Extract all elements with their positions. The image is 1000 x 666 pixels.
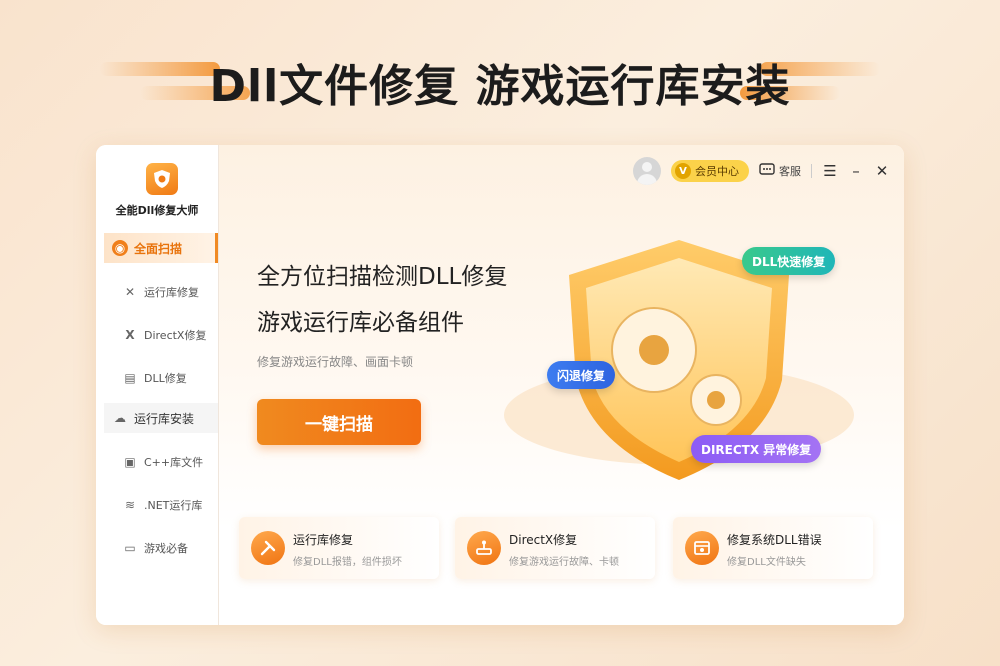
vip-center-button[interactable]: V 会员中心: [671, 160, 749, 182]
app-logo-icon: [146, 163, 178, 195]
sidebar-item-dotnet-runtime[interactable]: ≋ .NET运行库: [104, 490, 218, 520]
menu-icon[interactable]: ☰: [822, 162, 838, 180]
app-name: 全能Dll修复大师: [115, 204, 199, 217]
sidebar-item-label: 全面扫描: [134, 241, 183, 256]
scan-icon: ◉: [112, 240, 128, 256]
vip-icon: V: [675, 163, 691, 179]
sidebar-item-label: DirectX修复: [144, 329, 207, 342]
sidebar-item-label: DLL修复: [144, 372, 187, 385]
sidebar-item-directx-repair[interactable]: X DirectX修复: [104, 320, 218, 350]
card-desc: 修复DLL报错，组件损坏: [293, 557, 402, 568]
directx-repair-badge: DIRECTX 异常修复: [691, 435, 822, 463]
close-icon[interactable]: ✕: [874, 162, 890, 180]
monitor-icon: ▣: [124, 455, 136, 469]
service-label: 客服: [779, 165, 801, 178]
sidebar-item-cpp-library[interactable]: ▣ C++库文件: [104, 447, 218, 477]
card-title: DirectX修复: [509, 533, 578, 547]
hero-subtitle: 修复游戏运行故障、画面卡顿: [257, 355, 414, 369]
tools-icon: ✕: [124, 285, 136, 299]
dll-fast-repair-badge: DLL快速修复: [742, 247, 836, 275]
top-bar: V 会员中心 客服 ☰ – ✕: [633, 157, 890, 185]
card-title: 运行库修复: [293, 533, 354, 547]
feature-card-system-dll-repair[interactable]: 修复系统DLL错误 修复DLL文件缺失: [673, 517, 873, 579]
sidebar-item-dll-repair[interactable]: ▤ DLL修复: [104, 363, 218, 393]
gamepad-icon: ▭: [124, 541, 136, 555]
main-panel: V 会员中心 客服 ☰ – ✕ 全方位扫描检测DLL修复 游戏运行库必备组件 修…: [219, 145, 904, 625]
sidebar-item-label: C++库文件: [144, 456, 204, 469]
banner: Dll文件修复 游戏运行库安装: [0, 40, 1000, 120]
vip-label: 会员中心: [695, 165, 739, 178]
system-icon: [685, 531, 719, 565]
card-desc: 修复游戏运行故障、卡顿: [509, 557, 619, 568]
customer-service-button[interactable]: 客服: [759, 162, 801, 180]
directx-icon: X: [125, 328, 135, 342]
card-desc: 修复DLL文件缺失: [727, 557, 806, 568]
dll-file-icon: ▤: [124, 371, 136, 385]
divider: [811, 164, 812, 178]
sidebar-item-label: .NET运行库: [144, 499, 203, 512]
cloud-icon: ☁: [114, 411, 126, 425]
joystick-icon: [467, 531, 501, 565]
crash-repair-badge: 闪退修复: [547, 361, 616, 389]
sidebar-item-full-scan[interactable]: ◉ 全面扫描: [104, 233, 218, 263]
hero-title-line1: 全方位扫描检测DLL修复: [257, 264, 508, 290]
sidebar-item-runtime-repair[interactable]: ✕ 运行库修复: [104, 277, 218, 307]
database-icon: ≋: [124, 498, 136, 512]
sidebar-item-label: 运行库修复: [144, 286, 199, 299]
feature-card-runtime-repair[interactable]: 运行库修复 修复DLL报错，组件损坏: [239, 517, 439, 579]
tools-icon: [251, 531, 285, 565]
minimize-icon[interactable]: –: [848, 162, 864, 180]
avatar[interactable]: [633, 157, 661, 185]
card-title: 修复系统DLL错误: [727, 533, 822, 547]
sidebar-item-label: 游戏必备: [144, 542, 188, 555]
sidebar-item-runtime-install[interactable]: ☁ 运行库安装: [104, 403, 218, 433]
banner-headline: Dll文件修复 游戏运行库安装: [209, 61, 791, 112]
sidebar: 全能Dll修复大师 ◉ 全面扫描 ✕ 运行库修复 X DirectX修复 ▤ D…: [96, 145, 219, 625]
app-window: 全能Dll修复大师 ◉ 全面扫描 ✕ 运行库修复 X DirectX修复 ▤ D…: [96, 145, 904, 625]
hero-title-line2: 游戏运行库必备组件: [257, 310, 464, 336]
one-click-scan-button[interactable]: 一键扫描: [257, 399, 421, 445]
sidebar-item-label: 运行库安装: [134, 411, 195, 426]
sidebar-item-game-essentials[interactable]: ▭ 游戏必备: [104, 533, 218, 563]
chat-icon: [759, 162, 775, 180]
feature-card-directx-repair[interactable]: DirectX修复 修复游戏运行故障、卡顿: [455, 517, 655, 579]
